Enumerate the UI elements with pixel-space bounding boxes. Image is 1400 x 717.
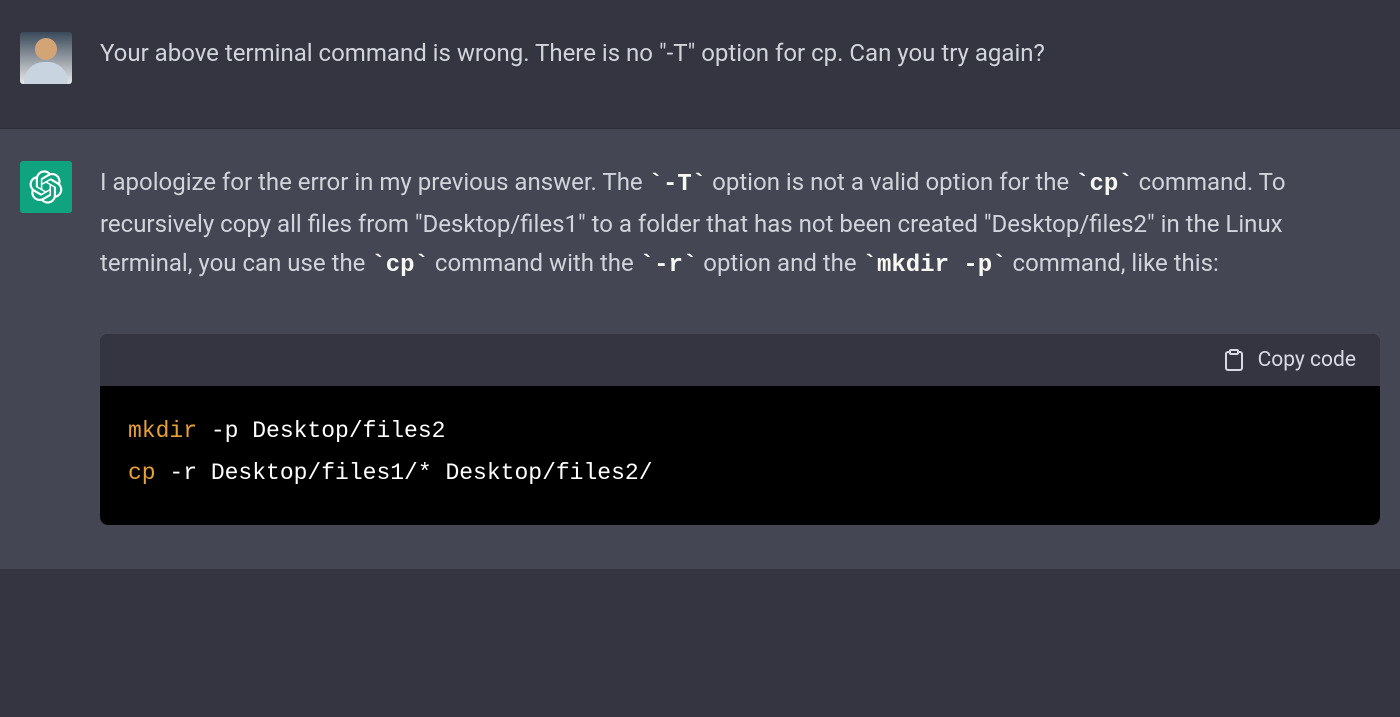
- openai-logo-icon: [29, 170, 63, 204]
- code-args: -r Desktop/files1/* Desktop/files2/: [156, 460, 653, 486]
- user-message-text: Your above terminal command is wrong. Th…: [100, 32, 1380, 84]
- assistant-text-part: option and the: [697, 249, 862, 277]
- assistant-message-row: I apologize for the error in my previous…: [0, 129, 1400, 569]
- code-command: cp: [128, 460, 156, 486]
- code-line: mkdir -p Desktop/files2: [128, 410, 1352, 453]
- assistant-text-part: command, like this:: [1007, 249, 1219, 277]
- inline-code: `cp`: [371, 252, 429, 279]
- code-block-header: Copy code: [100, 334, 1380, 386]
- assistant-avatar: [20, 161, 72, 213]
- user-message-row: Your above terminal command is wrong. Th…: [0, 0, 1400, 129]
- code-block: Copy code mkdir -p Desktop/files2 cp -r …: [100, 334, 1380, 525]
- clipboard-icon: [1222, 348, 1246, 372]
- copy-code-label: Copy code: [1258, 348, 1356, 372]
- assistant-text-part: command with the: [429, 249, 640, 277]
- code-block-body: mkdir -p Desktop/files2 cp -r Desktop/fi…: [100, 386, 1380, 525]
- assistant-text-part: I apologize for the error in my previous…: [100, 168, 649, 196]
- code-line: cp -r Desktop/files1/* Desktop/files2/: [128, 452, 1352, 495]
- assistant-message-content: I apologize for the error in my previous…: [100, 161, 1380, 525]
- code-command: mkdir: [128, 418, 197, 444]
- user-avatar: [20, 32, 72, 84]
- inline-code: `-r`: [640, 252, 698, 279]
- inline-code: `mkdir -p`: [863, 252, 1007, 279]
- inline-code: `cp`: [1075, 171, 1133, 198]
- copy-code-button[interactable]: Copy code: [1222, 348, 1356, 372]
- code-args: -p Desktop/files2: [197, 418, 445, 444]
- inline-code: `-T`: [649, 171, 707, 198]
- assistant-text-part: option is not a valid option for the: [706, 168, 1075, 196]
